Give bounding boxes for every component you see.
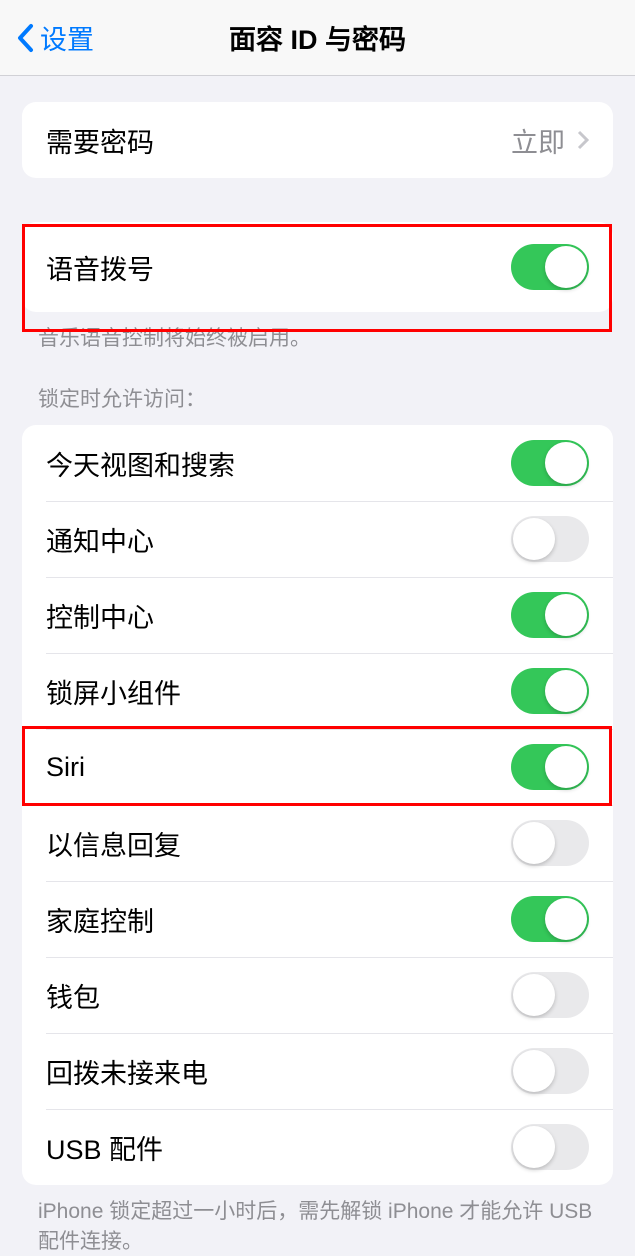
lock-access-toggle[interactable]	[511, 896, 589, 942]
toggle-knob	[513, 518, 555, 560]
voice-dial-row: 语音拨号	[22, 222, 613, 312]
lock-access-row: 控制中心	[22, 577, 613, 653]
voice-dial-footer: 音乐语音控制将始终被启用。	[0, 312, 635, 353]
require-passcode-group: 需要密码 立即	[22, 102, 613, 178]
lock-access-group: 今天视图和搜索通知中心控制中心锁屏小组件 Siri 以信息回复家庭控制钱包回拨未接来…	[22, 425, 613, 1185]
toggle-knob	[545, 442, 587, 484]
lock-access-toggle[interactable]	[511, 744, 589, 790]
require-passcode-value: 立即	[511, 121, 565, 160]
lock-access-toggle[interactable]	[511, 820, 589, 866]
chevron-right-icon	[577, 130, 589, 150]
page-title: 面容 ID 与密码	[229, 18, 406, 57]
lock-access-toggle[interactable]	[511, 440, 589, 486]
toggle-knob	[513, 1050, 555, 1092]
lock-access-label: 今天视图和搜索	[46, 444, 235, 483]
lock-access-row: 家庭控制	[22, 881, 613, 957]
require-passcode-label: 需要密码	[46, 121, 154, 160]
lock-access-row: USB 配件	[22, 1109, 613, 1185]
lock-access-row: 回拨未接来电	[22, 1033, 613, 1109]
toggle-knob	[513, 1126, 555, 1168]
lock-access-label: 钱包	[46, 976, 100, 1015]
row-right: 立即	[511, 121, 589, 160]
voice-dial-label: 语音拨号	[46, 248, 154, 287]
lock-access-header: 锁定时允许访问：	[0, 383, 635, 425]
voice-dial-group: 语音拨号	[22, 222, 613, 312]
toggle-knob	[545, 594, 587, 636]
require-passcode-row[interactable]: 需要密码 立即	[22, 102, 613, 178]
lock-access-toggle[interactable]	[511, 972, 589, 1018]
toggle-knob	[545, 746, 587, 788]
lock-access-label: 回拨未接来电	[46, 1052, 208, 1091]
toggle-knob	[545, 898, 587, 940]
lock-access-row: 今天视图和搜索	[22, 425, 613, 501]
lock-access-label: 以信息回复	[46, 824, 181, 863]
lock-access-footer: iPhone 锁定超过一小时后，需先解锁 iPhone 才能允许 USB 配件连…	[0, 1185, 635, 1256]
toggle-knob	[513, 974, 555, 1016]
lock-access-label: 通知中心	[46, 520, 154, 559]
lock-access-row: 锁屏小组件	[22, 653, 613, 729]
back-label: 设置	[40, 18, 94, 57]
lock-access-row: 以信息回复	[22, 805, 613, 881]
lock-access-row: 通知中心	[22, 501, 613, 577]
lock-access-row: 钱包	[22, 957, 613, 1033]
chevron-left-icon	[16, 23, 34, 53]
lock-access-label: 家庭控制	[46, 900, 154, 939]
lock-access-toggle[interactable]	[511, 516, 589, 562]
voice-dial-toggle[interactable]	[511, 244, 589, 290]
lock-access-label: Siri	[46, 752, 85, 783]
navigation-bar: 设置 面容 ID 与密码	[0, 0, 635, 76]
lock-access-row: Siri	[22, 729, 613, 805]
content: 需要密码 立即 语音拨号 音乐语音控制将始终被启用。 锁定时允许访问： 今天视图…	[0, 76, 635, 1256]
lock-access-label: USB 配件	[46, 1128, 163, 1167]
lock-access-label: 控制中心	[46, 596, 154, 635]
toggle-knob	[513, 822, 555, 864]
lock-access-toggle[interactable]	[511, 1124, 589, 1170]
back-button[interactable]: 设置	[12, 18, 94, 57]
lock-access-toggle[interactable]	[511, 1048, 589, 1094]
toggle-knob	[545, 246, 587, 288]
lock-access-label: 锁屏小组件	[46, 672, 181, 711]
toggle-knob	[545, 670, 587, 712]
lock-access-toggle[interactable]	[511, 668, 589, 714]
lock-access-toggle[interactable]	[511, 592, 589, 638]
